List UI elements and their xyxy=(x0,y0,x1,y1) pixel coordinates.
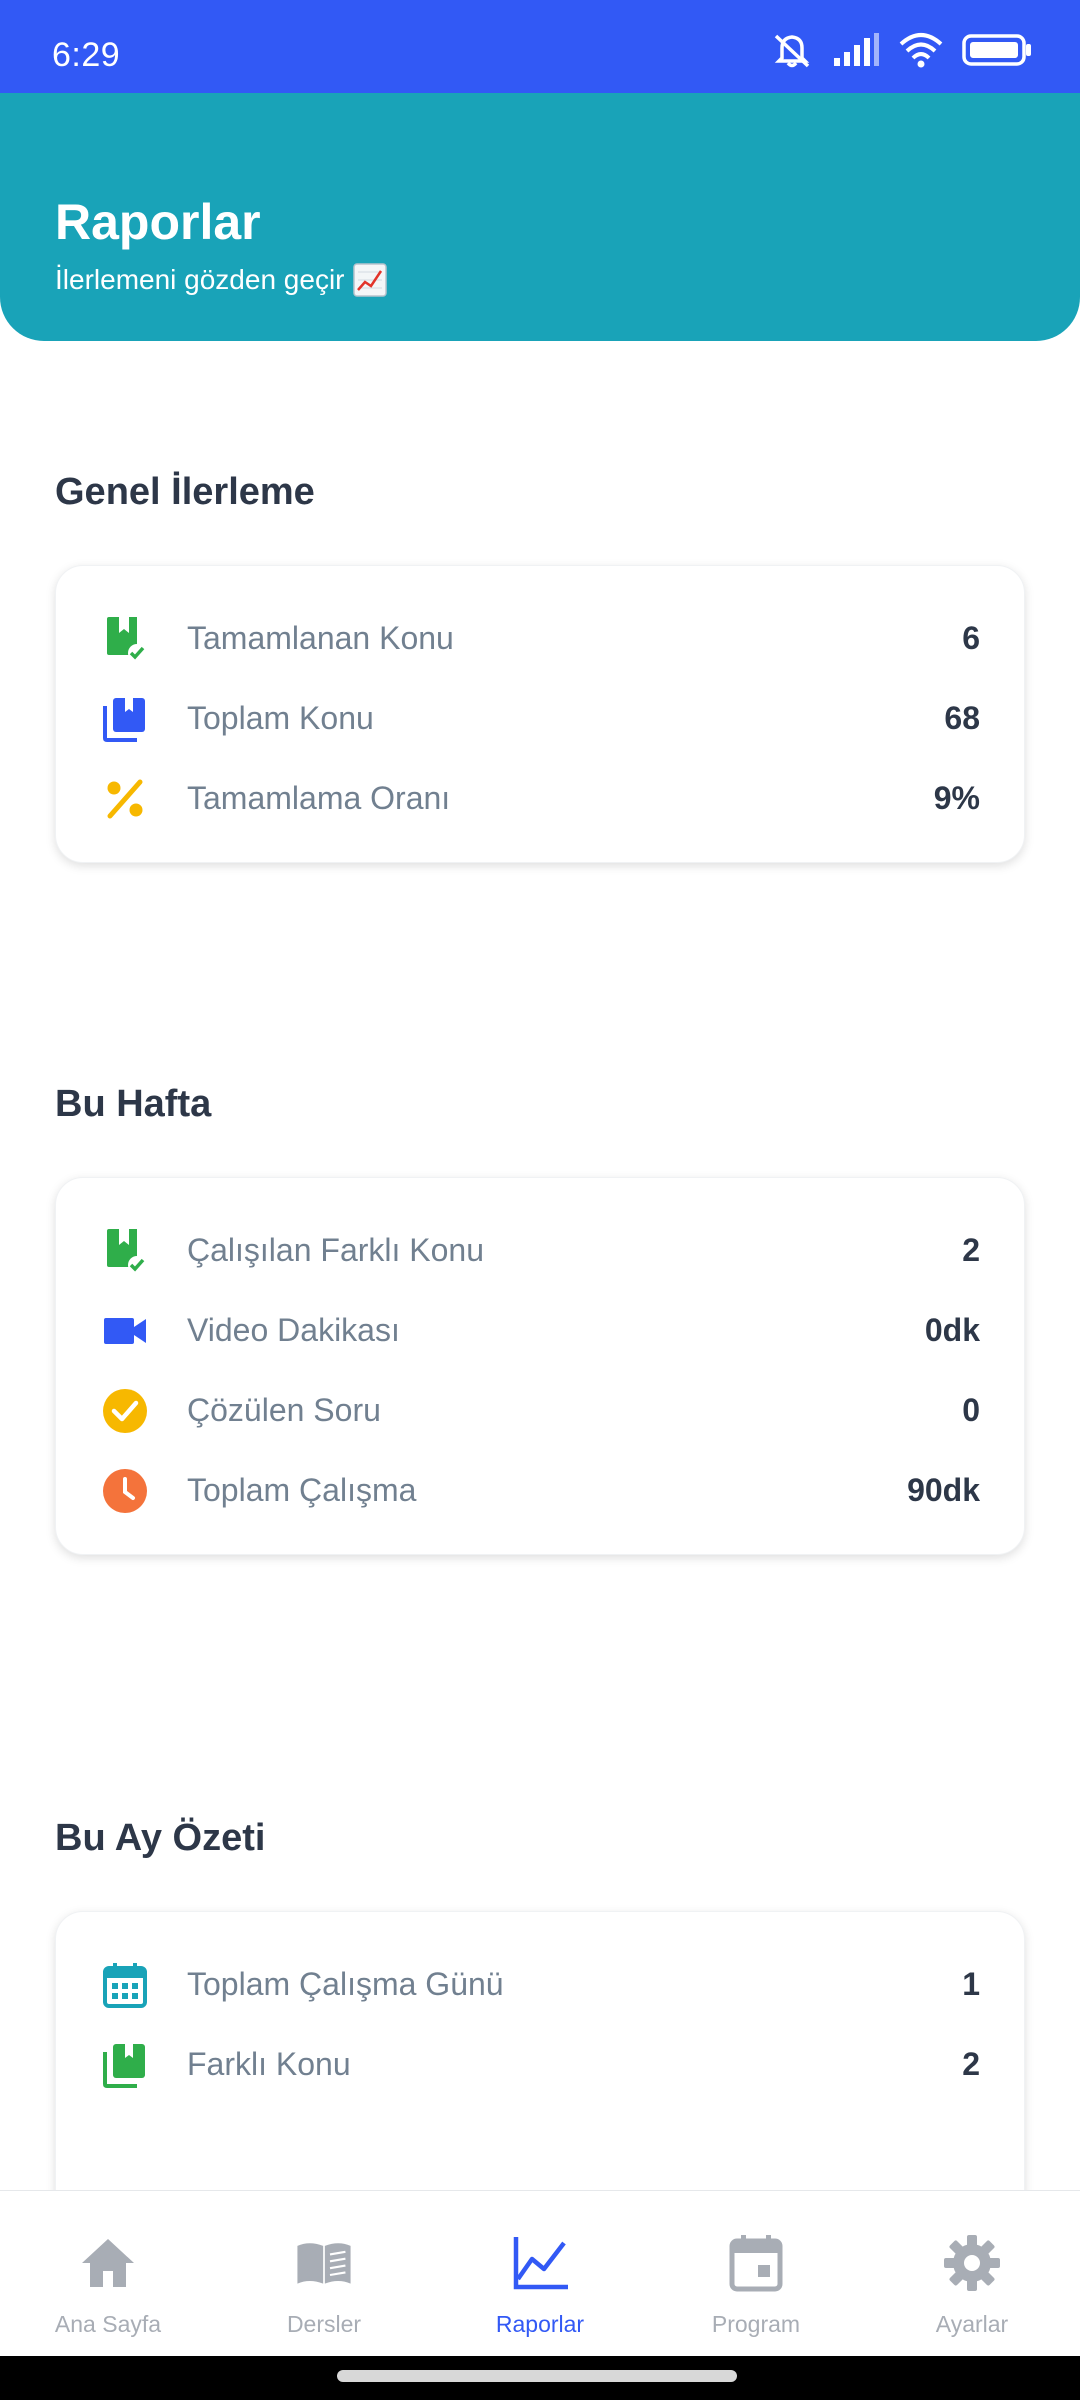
stat-label: Toplam Konu xyxy=(187,700,374,736)
stat-row-completion-rate: Tamamlama Oranı 9% xyxy=(56,758,1024,838)
stat-label: Toplam Çalışma Günü xyxy=(187,1966,504,2002)
stat-row-total-topics: Toplam Konu 68 xyxy=(56,678,1024,758)
clock-icon xyxy=(102,1468,148,1514)
stat-label: Çalışılan Farklı Konu xyxy=(187,1232,485,1268)
stat-value: 1 xyxy=(962,1966,980,2002)
stat-value: 2 xyxy=(962,2046,980,2082)
nav-label: Program xyxy=(711,2311,801,2337)
stat-value: 0 xyxy=(962,1392,980,1428)
nav-label: Dersler xyxy=(286,2311,362,2337)
bottom-navigation: Ana Sayfa Dersler Raporlar Program Ayarl… xyxy=(0,2190,1080,2356)
this-week-card: Çalışılan Farklı Konu 2 Video Dakikası 0… xyxy=(55,1177,1025,1555)
stat-label: Video Dakikası xyxy=(187,1312,400,1348)
nav-label: Ayarlar xyxy=(935,2311,1009,2337)
book-check-icon xyxy=(102,616,148,662)
calendar-icon xyxy=(729,2235,783,2292)
stat-value: 90dk xyxy=(907,1472,980,1508)
mute-icon xyxy=(774,34,810,68)
calendar-icon xyxy=(102,1962,148,2008)
stat-label: Tamamlama Oranı xyxy=(187,780,451,816)
page-header: Raporlar İlerlemeni gözden geçir xyxy=(0,93,1080,341)
this-month-card: Toplam Çalışma Günü 1 Farklı Konu 2 xyxy=(55,1911,1025,2190)
book-check-icon xyxy=(102,1228,148,1274)
stat-label: Tamamlanan Konu xyxy=(187,620,454,656)
reports-content[interactable]: Genel İlerleme Tamamlanan Konu 6 Toplam … xyxy=(0,341,1080,2190)
section-title-week: Bu Hafta xyxy=(55,1083,212,1125)
stat-row-distinct-topics: Çalışılan Farklı Konu 2 xyxy=(56,1210,1024,1290)
stat-label: Toplam Çalışma xyxy=(187,1472,417,1508)
page-subtitle: İlerlemeni gözden geçir xyxy=(55,263,387,297)
stat-row-completed-topics: Tamamlanan Konu 6 xyxy=(56,598,1024,678)
check-circle-icon xyxy=(102,1388,148,1434)
video-camera-icon xyxy=(102,1308,148,1354)
stat-row-distinct-topics-month: Farklı Konu 2 xyxy=(56,2024,1024,2104)
stat-value: 0dk xyxy=(924,1312,980,1348)
status-bar: 6:29 xyxy=(0,0,1080,93)
stat-label: Çözülen Soru xyxy=(187,1392,381,1428)
stat-value: 6 xyxy=(962,620,980,656)
percent-icon xyxy=(102,776,148,822)
signal-icon xyxy=(834,33,879,66)
status-icons xyxy=(770,30,1032,70)
page-subtitle-text: İlerlemeni gözden geçir xyxy=(55,264,345,295)
stat-row-study-days: Toplam Çalışma Günü 1 xyxy=(56,1944,1024,2024)
gesture-home-handle[interactable] xyxy=(337,2370,737,2382)
battery-icon xyxy=(962,34,1031,66)
nav-item-lessons[interactable]: Dersler xyxy=(216,2191,432,2357)
line-chart-icon xyxy=(513,2237,568,2290)
stat-label: Farklı Konu xyxy=(187,2046,351,2082)
nav-item-home[interactable]: Ana Sayfa xyxy=(0,2191,216,2357)
gear-icon xyxy=(944,2235,1000,2291)
nav-label: Raporlar xyxy=(495,2311,585,2337)
wifi-icon xyxy=(899,33,943,68)
nav-item-reports[interactable]: Raporlar xyxy=(432,2191,648,2357)
gesture-navigation-area xyxy=(0,2356,1080,2400)
status-time: 6:29 xyxy=(52,36,121,74)
nav-item-settings[interactable]: Ayarlar xyxy=(864,2191,1080,2357)
stat-value: 68 xyxy=(944,700,980,736)
nav-item-program[interactable]: Program xyxy=(648,2191,864,2357)
stat-value: 9% xyxy=(933,780,980,816)
chart-increasing-emoji-icon xyxy=(352,263,387,297)
stat-row-solved-questions: Çözülen Soru 0 xyxy=(56,1370,1024,1450)
stat-row-total-study: Toplam Çalışma 90dk xyxy=(56,1450,1024,1530)
library-books-icon xyxy=(102,696,148,742)
section-title-general: Genel İlerleme xyxy=(55,471,315,513)
home-icon xyxy=(82,2239,134,2287)
stat-row-video-minutes: Video Dakikası 0dk xyxy=(56,1290,1024,1370)
open-book-icon xyxy=(297,2243,351,2284)
general-progress-card: Tamamlanan Konu 6 Toplam Konu 68 Tamamla… xyxy=(55,565,1025,863)
section-title-month: Bu Ay Özeti xyxy=(55,1817,266,1859)
page-title: Raporlar xyxy=(55,194,261,250)
stat-value: 2 xyxy=(962,1232,980,1268)
nav-label: Ana Sayfa xyxy=(54,2311,162,2337)
book-icon xyxy=(102,2042,148,2088)
